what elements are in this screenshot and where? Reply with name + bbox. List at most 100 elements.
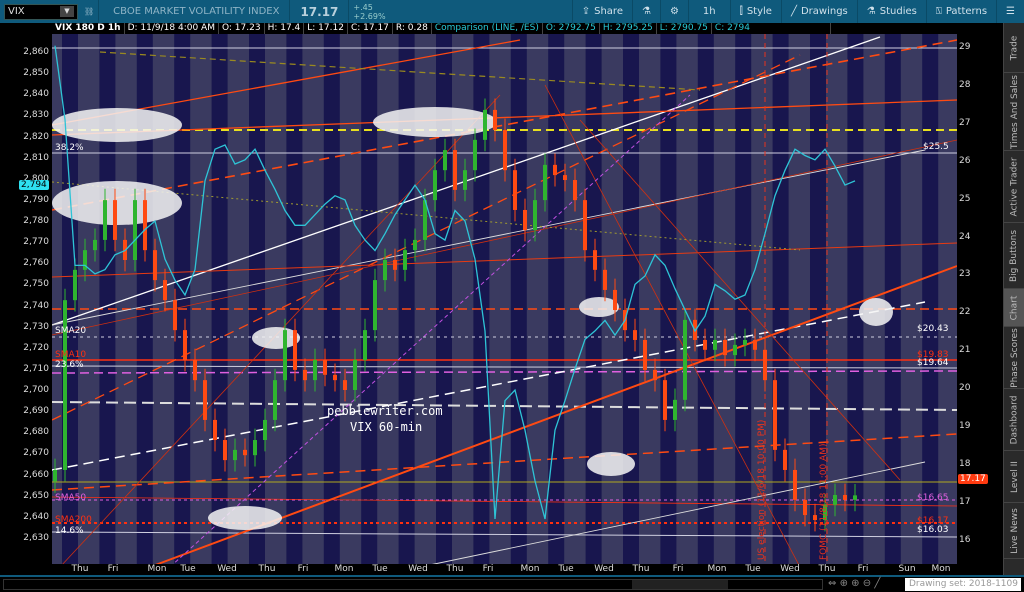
left-axis-tick: 2,850 [23,68,49,79]
candle-body [663,380,667,420]
watermark-title: VIX 60-min [350,420,423,434]
left-axis-tick: 2,720 [23,342,49,353]
sidebar-tab-level-ii[interactable]: Level II [1004,451,1024,503]
right-sidebar: Trade Times And Sales Active Trader Big But… [1003,23,1024,575]
candle-body [183,330,187,361]
session-stripe [735,34,752,564]
candle-body [683,319,687,400]
right-axis-tick: 29 [959,42,971,52]
candle-body [163,280,167,301]
left-axis-tick: 2,730 [23,321,49,332]
comparison-high: H: 2795.25 [600,23,657,34]
right-axis-tick: 20 [959,383,971,394]
bar-open: O: 17.23 [219,23,265,34]
zoom-out-icon[interactable]: ⊖ [863,578,871,589]
fib-146-label: 14.6% [55,526,84,536]
x-axis-tick: Tue [558,564,574,574]
bar-range: R: 0.28 [393,23,432,34]
sidebar-tab-big-buttons[interactable]: Big Buttons [1004,223,1024,289]
zoom-in-icon[interactable]: ⊕ [851,578,859,589]
left-axis-tick: 2,820 [23,131,49,142]
candle-body [583,200,587,251]
right-axis-tick: 28 [959,79,971,90]
left-axis-tick: 2,660 [23,469,49,480]
right-axis-tick: 26 [959,155,971,166]
candle-body [473,139,477,171]
candle-body [173,300,177,331]
candle-body [113,200,117,240]
candle-body [353,360,357,390]
right-axis-tick: 16 [959,534,971,545]
x-axis-tick: Mon [334,564,354,574]
candle-body [133,200,137,260]
session-stripe [510,34,527,564]
x-axis-tick: Thu [632,564,650,574]
pencil-icon[interactable]: ╱ [874,578,880,589]
candle-body [443,150,447,171]
x-axis-tick: Thu [71,564,89,574]
candle-body [813,515,817,520]
candle-body [593,250,597,270]
level-19-64-label: $19.64 [917,358,949,368]
sidebar-tab-times-and-sales[interactable]: Times And Sales [1004,73,1024,151]
candle-body [833,494,837,505]
x-axis-tick: Mon [707,564,727,574]
price-chart[interactable] [0,0,1003,575]
crosshair-icon[interactable]: ⊕ [840,578,848,589]
x-axis-tick: Mon [147,564,167,574]
zoom-tools: ⇔ ⊕ ⊕ ⊖ ╱ [828,578,880,589]
candle-body [103,200,107,240]
candle-body [293,330,297,370]
sidebar-tab-label: Phase Scores [1009,327,1020,388]
bar-date: D: 11/9/18 4:00 AM [125,23,219,34]
ellipse-marker [52,108,182,142]
fib-382-label: 38.2% [55,143,84,153]
event-fomc-label: FOMC (11/8/18 11:00 AM) [819,443,829,560]
right-axis-tick: 18 [959,458,971,469]
right-axis-tick: 23 [959,269,971,280]
left-axis-tick: 2,790 [23,194,49,205]
session-stripe [697,34,714,564]
right-axis-tick: 27 [959,117,971,128]
left-axis-tick: 2,780 [23,216,49,227]
candle-body [553,164,557,176]
candle-body [313,360,317,381]
candle-body [733,344,737,356]
sidebar-tab-label: Trade [1009,35,1020,60]
sidebar-tab-chart[interactable]: Chart [1004,289,1024,327]
event-election-label: US election (11/6/18 10:00 PM) [757,419,767,560]
pan-icon[interactable]: ⇔ [828,578,836,589]
candle-body [403,250,407,270]
candle-body [793,469,797,500]
level-20-43-label: $20.43 [917,324,949,334]
candle-body [143,200,147,251]
sma10-label: SMA10 [55,350,87,360]
chart-scrollbar[interactable] [3,579,823,590]
candle-body [603,269,607,290]
comparison-label[interactable]: Comparison (LINE, /ES) [432,23,543,34]
left-axis-tick: 2,680 [23,427,49,438]
candle-body [783,449,787,470]
sidebar-tab-live-news[interactable]: Live News [1004,503,1024,559]
session-stripe [249,34,265,564]
candle-body [393,259,397,270]
es-price-badge: 2,794 [19,180,49,190]
level-16-03-label: $16.03 [917,525,949,535]
x-axis-tick: Tue [180,564,196,574]
candle-body [223,440,227,461]
candle-body [343,380,347,390]
sidebar-tab-phase-scores[interactable]: Phase Scores [1004,327,1024,389]
left-axis-tick: 2,710 [23,363,49,374]
bar-high: H: 17.4 [265,23,305,34]
candle-body [363,330,367,361]
comparison-low: L: 2790.75 [657,23,712,34]
scrollbar-thumb[interactable] [632,580,728,589]
sidebar-tab-dashboard[interactable]: Dashboard [1004,389,1024,451]
x-axis-tick: Tue [372,564,388,574]
candle-body [763,349,767,381]
drawing-set-select[interactable]: Drawing set: 2018-1109 [905,578,1021,591]
candle-body [483,109,487,140]
sidebar-tab-active-trader[interactable]: Active Trader [1004,151,1024,223]
candle-body [543,164,547,201]
sidebar-tab-trade[interactable]: Trade [1004,23,1024,73]
